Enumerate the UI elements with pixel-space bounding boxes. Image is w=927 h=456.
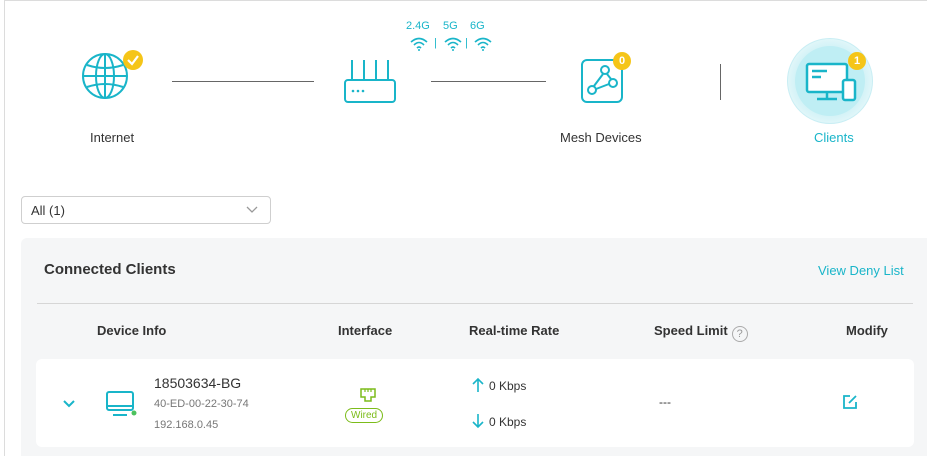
- interface-badge: Wired: [345, 408, 384, 423]
- column-header-device-info: Device Info: [97, 323, 167, 338]
- internet-label: Internet: [90, 130, 135, 145]
- column-header-modify: Modify: [846, 323, 888, 338]
- mesh-devices-label: Mesh Devices: [560, 130, 642, 145]
- header-divider: [37, 303, 913, 304]
- chevron-down-icon: [246, 206, 258, 213]
- band-separator: |: [465, 37, 468, 49]
- client-name: 18503634-BG: [154, 375, 242, 391]
- connected-clients-panel: Connected Clients View Deny List Device …: [21, 238, 927, 456]
- edit-icon[interactable]: [841, 393, 859, 411]
- band-label-5g: 5G: [443, 20, 458, 32]
- client-filter-select[interactable]: All (1): [21, 196, 271, 224]
- ethernet-port-icon: [360, 388, 376, 402]
- band-label-6g: 6G: [470, 20, 485, 32]
- client-ip-address: 192.168.0.45: [154, 419, 219, 431]
- clients-label: Clients: [814, 130, 854, 145]
- help-icon[interactable]: ?: [731, 326, 748, 342]
- desktop-computer-icon: [106, 391, 137, 416]
- router-node[interactable]: [340, 56, 400, 106]
- band-indicators: 2.4G 5G 6G | |: [406, 20, 506, 56]
- mesh-count-badge: 0: [613, 52, 631, 70]
- speed-limit-value: ---: [659, 395, 671, 409]
- internet-status-badge: [123, 50, 143, 70]
- upload-rate: 0 Kbps: [489, 379, 527, 393]
- filter-selected-value: All (1): [31, 203, 65, 218]
- band-label-24g: 2.4G: [406, 20, 430, 32]
- wifi-icon: [410, 37, 428, 51]
- check-icon: [127, 55, 139, 66]
- connector-line: [172, 81, 314, 82]
- panel-title: Connected Clients: [44, 261, 176, 278]
- divider-line: [720, 64, 721, 100]
- view-deny-list-link[interactable]: View Deny List: [818, 263, 904, 278]
- mesh-devices-node[interactable]: 0: [578, 52, 638, 108]
- download-rate: 0 Kbps: [489, 415, 527, 429]
- connector-line: [431, 81, 546, 82]
- column-header-interface: Interface: [338, 323, 393, 338]
- column-header-rate: Real-time Rate: [469, 323, 560, 338]
- table-row: 18503634-BG 40-ED-00-22-30-74 192.168.0.…: [36, 359, 914, 447]
- internet-node[interactable]: [79, 46, 143, 106]
- client-mac-address: 40-ED-00-22-30-74: [154, 398, 249, 410]
- chevron-down-icon[interactable]: [62, 399, 76, 409]
- router-icon: [344, 60, 396, 103]
- wifi-icon: [444, 37, 462, 51]
- speed-limit-header-label: Speed Limit: [654, 323, 728, 338]
- column-header-speed-limit: Speed Limit?: [654, 323, 748, 342]
- clients-count-badge: 1: [848, 52, 866, 70]
- wifi-icon: [474, 37, 492, 51]
- download-arrow-icon: [472, 414, 484, 429]
- upload-arrow-icon: [472, 377, 484, 392]
- band-separator: |: [434, 37, 437, 49]
